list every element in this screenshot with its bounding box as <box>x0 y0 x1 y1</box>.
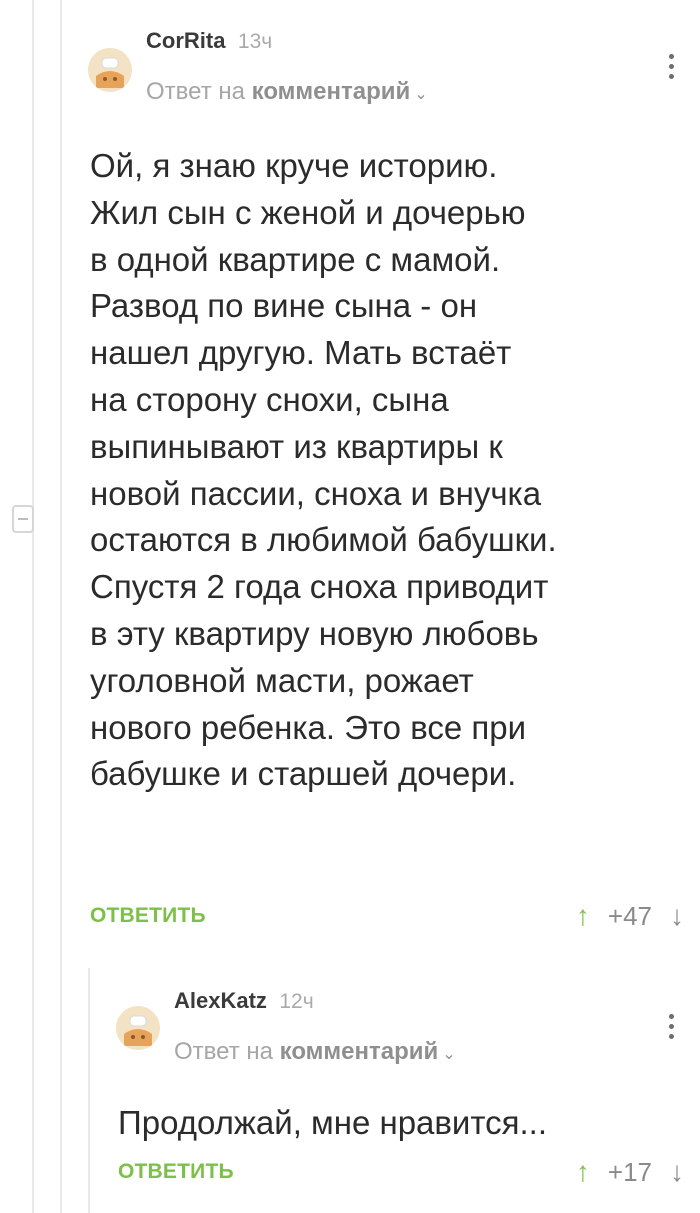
author-name[interactable]: CorRita <box>146 28 225 53</box>
comment-text-line: Жил сын с женой и дочерью <box>90 193 526 231</box>
reply-to-link[interactable]: комментарий <box>252 78 411 105</box>
rating-value: +17 <box>607 1156 652 1187</box>
default-avatar-icon <box>88 48 132 92</box>
comment-meta: CorRita 13ч <box>146 28 272 54</box>
comment-text-line: остаются в любимой бабушки. <box>90 521 557 559</box>
comment-actions: ОТВЕТИТЬ ↑ +47 ↓ <box>90 900 688 934</box>
reply-button[interactable]: ОТВЕТИТЬ <box>118 1160 234 1184</box>
reply-to-link[interactable]: комментарий <box>280 1038 439 1065</box>
author-name[interactable]: AlexKatz <box>174 988 267 1013</box>
collapse-thread-icon[interactable] <box>12 505 34 533</box>
kebab-menu-icon[interactable] <box>666 1014 676 1044</box>
arrow-up-icon[interactable]: ↑ <box>576 1156 590 1188</box>
comment-meta: AlexKatz 12ч <box>174 988 314 1014</box>
arrow-down-icon[interactable]: ↓ <box>670 1156 684 1188</box>
comment-text-line: бабушке и старшей дочери. <box>90 755 517 793</box>
comment-text-line: в одной квартире с мамой. <box>90 240 501 278</box>
comment-actions: ОТВЕТИТЬ ↑ +17 ↓ <box>118 1156 688 1190</box>
arrow-down-icon[interactable]: ↓ <box>670 900 684 932</box>
vote-controls: ↑ +47 ↓ <box>576 900 684 932</box>
rating-value: +47 <box>607 900 652 931</box>
reply-to-prefix: Ответ на <box>146 78 245 105</box>
comment-time: 12ч <box>279 990 314 1013</box>
vote-controls: ↑ +17 ↓ <box>576 1156 684 1188</box>
default-avatar-icon <box>116 1006 160 1050</box>
thread-line-inner <box>60 0 62 1213</box>
thread-line-outer <box>32 0 34 1213</box>
arrow-up-icon[interactable]: ↑ <box>576 900 590 932</box>
reply-to-prefix: Ответ на <box>174 1038 273 1065</box>
chevron-down-icon[interactable]: ⌄ <box>414 86 427 103</box>
comment-text-line: уголовной масти, рожает <box>90 661 474 699</box>
reply-to: Ответ на комментарий ⌄ <box>146 78 428 106</box>
comment-text-line: нового ребенка. Это все при <box>90 708 527 746</box>
comment-text-line: выпинывают из квартиры к <box>90 427 503 465</box>
comment-text: Ой, я знаю круче историю. Жил сын с жено… <box>90 143 557 798</box>
comment-text-line: Развод по вине сына - он <box>90 287 478 325</box>
comment-text-line: нашел другую. Мать встаёт <box>90 334 512 372</box>
kebab-menu-icon[interactable] <box>666 54 676 84</box>
comment-text-line: на сторону снохи, сына <box>90 380 449 418</box>
comment-text-line: Ой, я знаю круче историю. <box>90 147 498 184</box>
avatar[interactable] <box>88 48 132 92</box>
comment-text-line: Продолжай, мне нравится... <box>118 1104 547 1141</box>
reply-button[interactable]: ОТВЕТИТЬ <box>90 904 206 928</box>
chevron-down-icon[interactable]: ⌄ <box>442 1046 455 1063</box>
comment-time: 13ч <box>237 30 273 53</box>
comment-text: Продолжай, мне нравится... <box>118 1100 547 1147</box>
comment-text-line: новой пассии, сноха и внучка <box>90 474 542 512</box>
comment-text-line: в эту квартиру новую любовь <box>90 614 539 652</box>
reply-to: Ответ на комментарий ⌄ <box>174 1038 456 1066</box>
avatar[interactable] <box>116 1006 160 1050</box>
thread-line-reply <box>88 968 90 1213</box>
comment-text-line: Спустя 2 года сноха приводит <box>90 568 549 606</box>
